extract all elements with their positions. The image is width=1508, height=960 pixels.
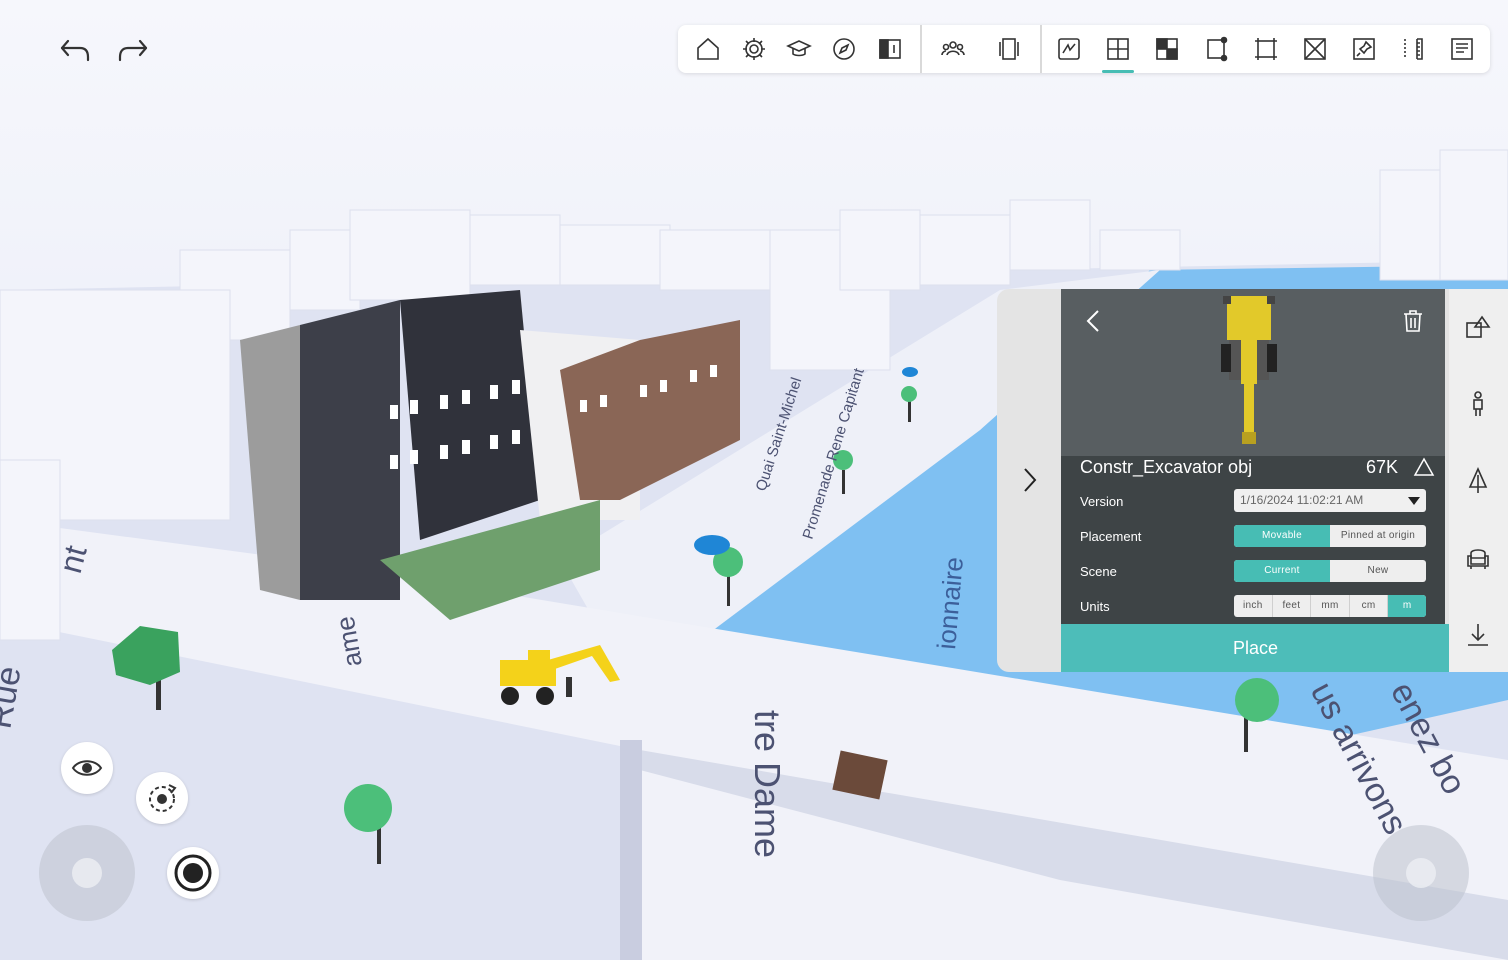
version-label: Version <box>1080 494 1124 509</box>
move-joystick-knob[interactable] <box>72 858 102 888</box>
placement-toggle: Movable Pinned at origin <box>1234 525 1426 547</box>
home-button[interactable] <box>688 31 728 67</box>
units-option-inch[interactable]: inch <box>1234 595 1273 617</box>
caret-down-icon <box>1408 497 1420 505</box>
bounds-button[interactable] <box>1246 31 1286 67</box>
orbit-button[interactable] <box>136 772 188 824</box>
import-category-button[interactable] <box>1462 619 1494 651</box>
material-button[interactable] <box>1147 31 1187 67</box>
eye-icon <box>71 760 103 776</box>
people-category-button[interactable] <box>1462 388 1494 420</box>
units-option-m[interactable]: m <box>1388 595 1426 617</box>
shapes-icon <box>1466 315 1491 338</box>
place-button[interactable]: Place <box>1061 624 1450 672</box>
version-value: 1/16/2024 11:02:21 AM <box>1240 493 1364 507</box>
pin-icon <box>1353 38 1375 60</box>
asset-category-bar <box>1449 289 1508 672</box>
scene-option-new[interactable]: New <box>1330 560 1426 582</box>
armchair-icon <box>1467 549 1489 569</box>
report-button[interactable] <box>1442 31 1482 67</box>
model-details-card: Constr_Excavator obj 67K Version 1/16/20… <box>1061 289 1445 624</box>
people-group-icon <box>941 41 965 56</box>
look-joystick[interactable] <box>1373 825 1469 921</box>
gear-icon <box>743 38 765 60</box>
shapes-category-button[interactable] <box>1462 311 1494 343</box>
redo-arrow-icon <box>118 39 148 62</box>
excavator-thumbnail <box>1221 296 1277 444</box>
triangle-polygon-icon <box>1413 457 1435 476</box>
graduation-cap-icon <box>786 40 812 57</box>
split-view-button[interactable] <box>870 31 910 67</box>
collaborators-button[interactable] <box>933 31 973 67</box>
chevron-left-icon <box>1086 310 1099 332</box>
settings-button[interactable] <box>734 31 774 67</box>
panels-button[interactable] <box>989 31 1029 67</box>
trash-icon <box>1404 310 1422 332</box>
toolbar-divider <box>1040 25 1042 73</box>
home-icon <box>697 37 719 60</box>
model-name: Constr_Excavator obj <box>1080 457 1253 477</box>
tutorial-button[interactable] <box>779 31 819 67</box>
undo-button[interactable] <box>55 30 95 70</box>
chevron-right-icon <box>1024 468 1037 492</box>
checker-icon <box>1156 38 1178 60</box>
units-toggle: inch feet mm cm m <box>1234 595 1426 617</box>
units-option-mm[interactable]: mm <box>1311 595 1350 617</box>
placement-option-movable[interactable]: Movable <box>1234 525 1330 547</box>
section-cross-icon <box>1304 38 1326 60</box>
split-view-icon <box>879 39 901 59</box>
crop-button[interactable] <box>1197 31 1237 67</box>
back-button[interactable] <box>1079 307 1107 335</box>
orbit-rotate-icon <box>149 784 177 812</box>
main-toolbar <box>678 25 1490 73</box>
floor-plan-icon <box>1107 38 1129 60</box>
download-icon <box>1468 624 1488 646</box>
tree-icon <box>1468 467 1488 493</box>
sketch-icon <box>1058 38 1080 60</box>
panel-stack-icon <box>999 38 1019 60</box>
placement-option-pinned[interactable]: Pinned at origin <box>1330 525 1426 547</box>
navigate-button[interactable] <box>824 31 864 67</box>
scene-toggle: Current New <box>1234 560 1426 582</box>
document-list-icon <box>1451 38 1473 60</box>
toolbar-divider <box>920 25 922 73</box>
section-button[interactable] <box>1295 31 1335 67</box>
undo-arrow-icon <box>60 39 90 62</box>
ruler-icon <box>1404 38 1423 60</box>
move-joystick[interactable] <box>39 825 135 921</box>
record-button[interactable] <box>167 847 219 899</box>
pin-button[interactable] <box>1344 31 1384 67</box>
polygon-count: 67K <box>1366 457 1399 477</box>
measure-button[interactable] <box>1393 31 1433 67</box>
compass-icon <box>833 38 855 60</box>
crop-node-icon <box>1207 36 1228 62</box>
floor-plan-button[interactable] <box>1098 31 1138 73</box>
version-dropdown[interactable]: 1/16/2024 11:02:21 AM <box>1234 489 1426 512</box>
scene-option-current[interactable]: Current <box>1234 560 1330 582</box>
record-icon <box>174 854 212 892</box>
sketch-button[interactable] <box>1049 31 1089 67</box>
model-preview <box>1061 289 1445 456</box>
units-option-cm[interactable]: cm <box>1350 595 1389 617</box>
look-joystick-knob[interactable] <box>1406 858 1436 888</box>
scene-label: Scene <box>1080 564 1117 579</box>
bounding-box-icon <box>1255 38 1277 60</box>
units-label: Units <box>1080 599 1110 614</box>
furniture-category-button[interactable] <box>1462 542 1494 574</box>
person-icon <box>1473 391 1483 416</box>
vegetation-category-button[interactable] <box>1462 465 1494 497</box>
expand-panel-button[interactable] <box>1010 460 1050 500</box>
street-label: tre Dame <box>747 710 788 858</box>
units-option-feet[interactable]: feet <box>1273 595 1312 617</box>
delete-model-button[interactable] <box>1399 307 1427 335</box>
visibility-button[interactable] <box>61 742 113 794</box>
placement-label: Placement <box>1080 529 1142 544</box>
redo-button[interactable] <box>113 30 153 70</box>
